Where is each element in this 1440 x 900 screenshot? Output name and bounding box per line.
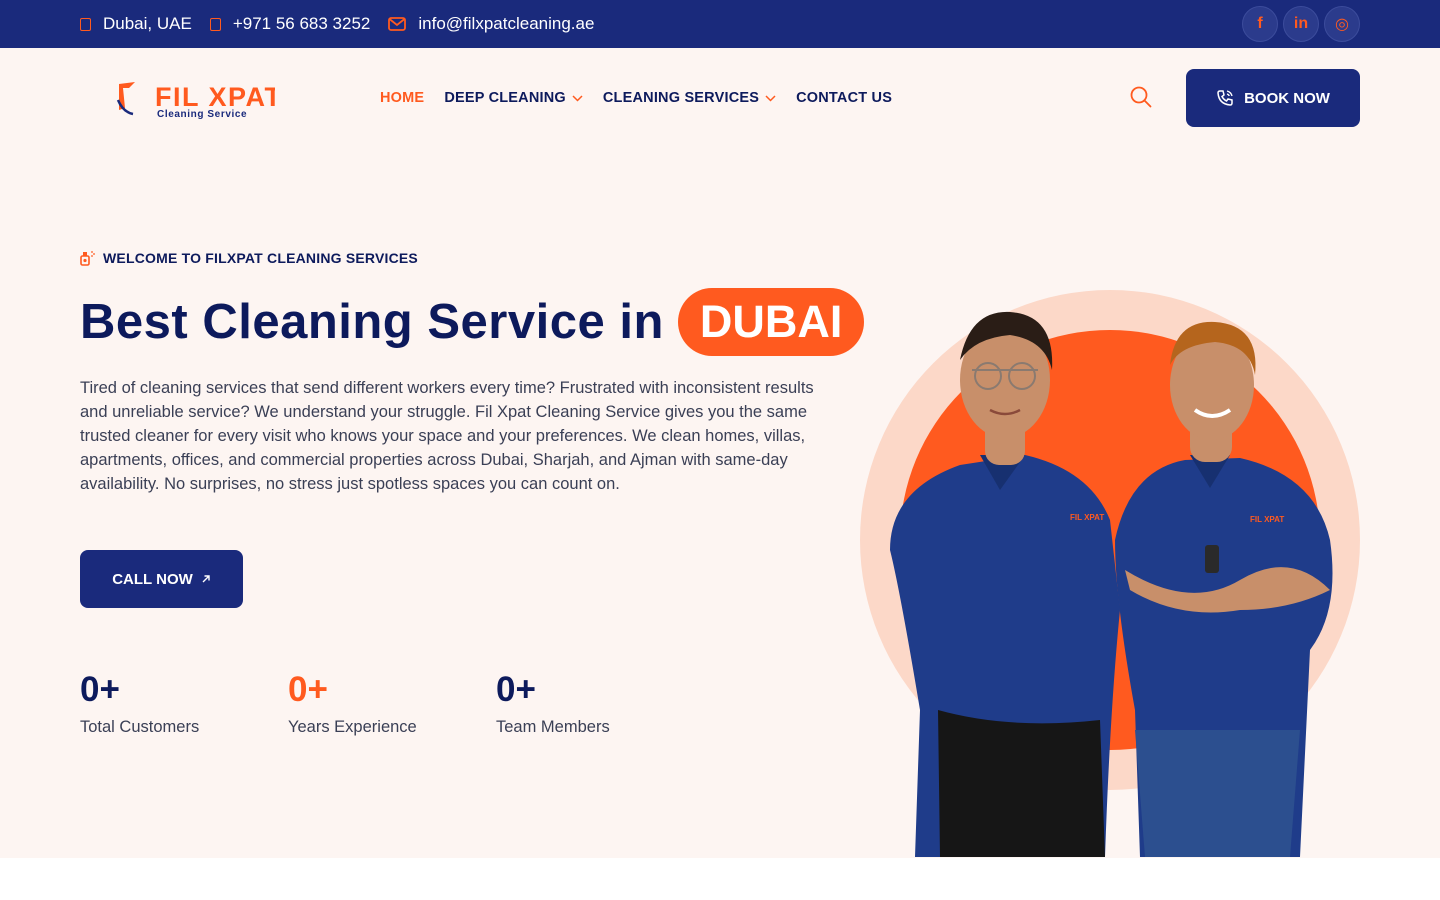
stat-value: 0+ — [80, 670, 120, 709]
stat-label: Years Experience — [288, 718, 417, 736]
phone-item[interactable]: +971 56 683 3252 — [209, 14, 371, 34]
nav-deep-cleaning-label: DEEP CLEANING — [444, 90, 566, 106]
hero-description: Tired of cleaning services that send dif… — [80, 379, 814, 493]
phone-call-icon — [1217, 90, 1233, 106]
social-links: f in ◎ — [1242, 6, 1360, 42]
phone-link[interactable]: +971 56 683 3252 — [233, 14, 371, 34]
nav-cleaning-services[interactable]: CLEANING SERVICES — [603, 86, 776, 110]
spray-bottle-icon — [80, 251, 95, 266]
search-icon[interactable] — [1130, 86, 1152, 108]
main-nav: HOME DEEP CLEANING CLEANING SERVICES CON… — [380, 86, 892, 110]
book-now-button[interactable]: BOOK NOW — [1186, 69, 1360, 127]
chevron-down-icon — [572, 94, 583, 102]
arrow-up-right-icon — [202, 575, 210, 583]
call-now-button[interactable]: CALL NOW — [80, 550, 243, 608]
location-item: Dubai, UAE — [80, 14, 192, 34]
cleaners-photo: FIL XPAT FIL XPAT — [860, 290, 1360, 857]
headline-highlight: DUBAI — [677, 288, 865, 356]
phone-icon — [209, 17, 221, 31]
stat-team: 0+ Team Members — [496, 670, 610, 737]
nav-cleaning-services-label: CLEANING SERVICES — [602, 90, 760, 106]
location-icon — [80, 17, 91, 31]
nav-contact-us-label: CONTACT US — [796, 90, 893, 106]
nav-contact-us[interactable]: CONTACT US — [796, 86, 892, 110]
welcome-text: WELCOME TO FILXPAT CLEANING SERVICES — [103, 250, 418, 266]
stat-customers: 0+ Total Customers — [80, 670, 199, 737]
logo-subtext: Cleaning Service — [157, 109, 247, 120]
location-text: Dubai, UAE — [103, 14, 192, 33]
book-now-label: BOOK NOW — [1244, 89, 1330, 107]
nav-home[interactable]: HOME — [380, 86, 424, 110]
facebook-icon[interactable]: f — [1242, 6, 1278, 42]
top-bar: Dubai, UAE +971 56 683 3252 info@filxpat… — [0, 0, 1440, 48]
shirt-logo: FIL XPAT — [1070, 513, 1104, 522]
logo-text: FIL XPAT — [155, 82, 275, 112]
call-now-label: CALL NOW — [112, 570, 193, 588]
stat-experience: 0+ Years Experience — [288, 670, 417, 737]
nav-home-label: HOME — [380, 90, 425, 106]
headline-text: Best Cleaning Service in — [80, 295, 664, 349]
nav-deep-cleaning[interactable]: DEEP CLEANING — [444, 86, 583, 110]
mail-icon — [388, 17, 407, 31]
stat-value: 0+ — [496, 670, 536, 709]
stat-label: Total Customers — [80, 718, 200, 736]
stat-label: Team Members — [496, 718, 610, 736]
email-item[interactable]: info@filxpatcleaning.ae — [388, 14, 594, 34]
contact-info: Dubai, UAE +971 56 683 3252 info@filxpat… — [80, 0, 594, 48]
site-logo[interactable]: FIL XPAT Cleaning Service — [115, 78, 275, 122]
shirt-logo: FIL XPAT — [1250, 515, 1284, 524]
email-link[interactable]: info@filxpatcleaning.ae — [418, 14, 594, 34]
stat-value: 0+ — [288, 670, 328, 709]
instagram-icon[interactable]: ◎ — [1324, 6, 1360, 42]
linkedin-icon[interactable]: in — [1283, 6, 1319, 42]
hero-headline: Best Cleaning Service in DUBAI — [80, 288, 865, 356]
chevron-down-icon — [765, 94, 776, 102]
welcome-tagline: WELCOME TO FILXPAT CLEANING SERVICES — [80, 250, 418, 266]
